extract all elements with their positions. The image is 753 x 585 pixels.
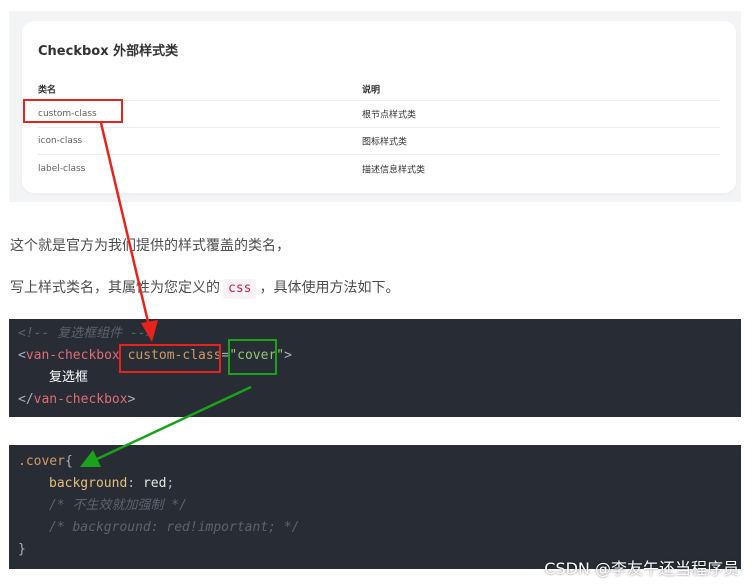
code-tag: van-checkbox bbox=[25, 348, 120, 363]
table-cell-description: 根节点样式类 bbox=[362, 110, 417, 121]
doc-table: 类名 说明 custom-class 根节点样式类 icon-class 图标样… bbox=[38, 77, 720, 182]
code-block-template: <!-- 复选框组件 --> <van-checkbox custom-clas… bbox=[9, 319, 741, 417]
code-punct: > bbox=[127, 392, 136, 407]
code-punct: < bbox=[18, 348, 26, 363]
code-line: background: red; bbox=[18, 473, 732, 495]
code-line: /* 不生效就加强制 */ bbox=[18, 495, 732, 517]
table-cell-description: 描述信息样式类 bbox=[362, 165, 426, 175]
table-cell-classname: icon-class bbox=[38, 136, 83, 146]
code-comment: <!-- 复选框组件 --> bbox=[18, 326, 154, 341]
code-block-style: .cover{ background: red; /* 不生效就加强制 */ /… bbox=[9, 445, 741, 569]
code-value: red bbox=[142, 476, 167, 491]
code-attr: custom-class bbox=[127, 348, 222, 363]
table-cell-description: 图标样式类 bbox=[362, 137, 408, 148]
inline-code: css bbox=[223, 279, 257, 299]
code-selector: .cover bbox=[18, 454, 65, 469]
code-line: </van-checkbox> bbox=[18, 389, 732, 411]
code-line: /* background: red!important; */ bbox=[18, 517, 732, 539]
article-paragraph: 这个就是官方为我们提供的样式覆盖的类名， bbox=[10, 238, 290, 254]
code-punct: } bbox=[18, 542, 26, 557]
table-cell-classname: label-class bbox=[38, 163, 86, 174]
doc-title: Checkbox 外部样式类 bbox=[38, 44, 179, 59]
code-line: <!-- 复选框组件 --> bbox=[18, 323, 732, 345]
table-row: custom-class 根节点样式类 bbox=[38, 101, 720, 128]
code-quote: " bbox=[276, 348, 285, 363]
code-line: <van-checkbox custom-class="cover"> bbox=[18, 345, 732, 367]
code-punct: : bbox=[127, 476, 143, 491]
article-paragraph: 写上样式类名，其属性为您定义的 css ，具体使用方法如下。 bbox=[10, 278, 399, 299]
table-row: icon-class 图标样式类 bbox=[38, 128, 720, 155]
table-row: label-class 描述信息样式类 bbox=[38, 155, 720, 182]
code-line: 复选框 bbox=[18, 367, 732, 389]
paragraph-text: ，具体使用方法如下。 bbox=[259, 280, 400, 296]
code-attr-value: cover bbox=[237, 348, 277, 363]
code-punct: ; bbox=[166, 476, 175, 491]
paragraph-text: 写上样式类名，其属性为您定义的 bbox=[10, 280, 220, 296]
code-quote: " bbox=[229, 348, 238, 363]
table-cell-classname: custom-class bbox=[38, 109, 97, 119]
watermark: CSDN @李友午还当程序员 bbox=[544, 559, 739, 578]
code-punct: > bbox=[284, 348, 292, 363]
code-tag: van-checkbox bbox=[33, 392, 128, 407]
table-header-row: 类名 说明 bbox=[38, 77, 720, 101]
code-line: .cover{ bbox=[18, 451, 732, 473]
code-punct: </ bbox=[18, 392, 34, 407]
table-header-classname: 类名 bbox=[38, 85, 57, 95]
code-text: 复选框 bbox=[49, 370, 89, 385]
code-comment: /* background: red!important; */ bbox=[49, 520, 300, 535]
code-comment: /* 不生效就加强制 */ bbox=[49, 498, 187, 513]
code-punct: { bbox=[64, 454, 73, 469]
table-header-description: 说明 bbox=[362, 85, 381, 95]
code-property: background bbox=[49, 476, 128, 491]
doc-card: Checkbox 外部样式类 类名 说明 custom-class 根节点样式类… bbox=[22, 21, 736, 193]
